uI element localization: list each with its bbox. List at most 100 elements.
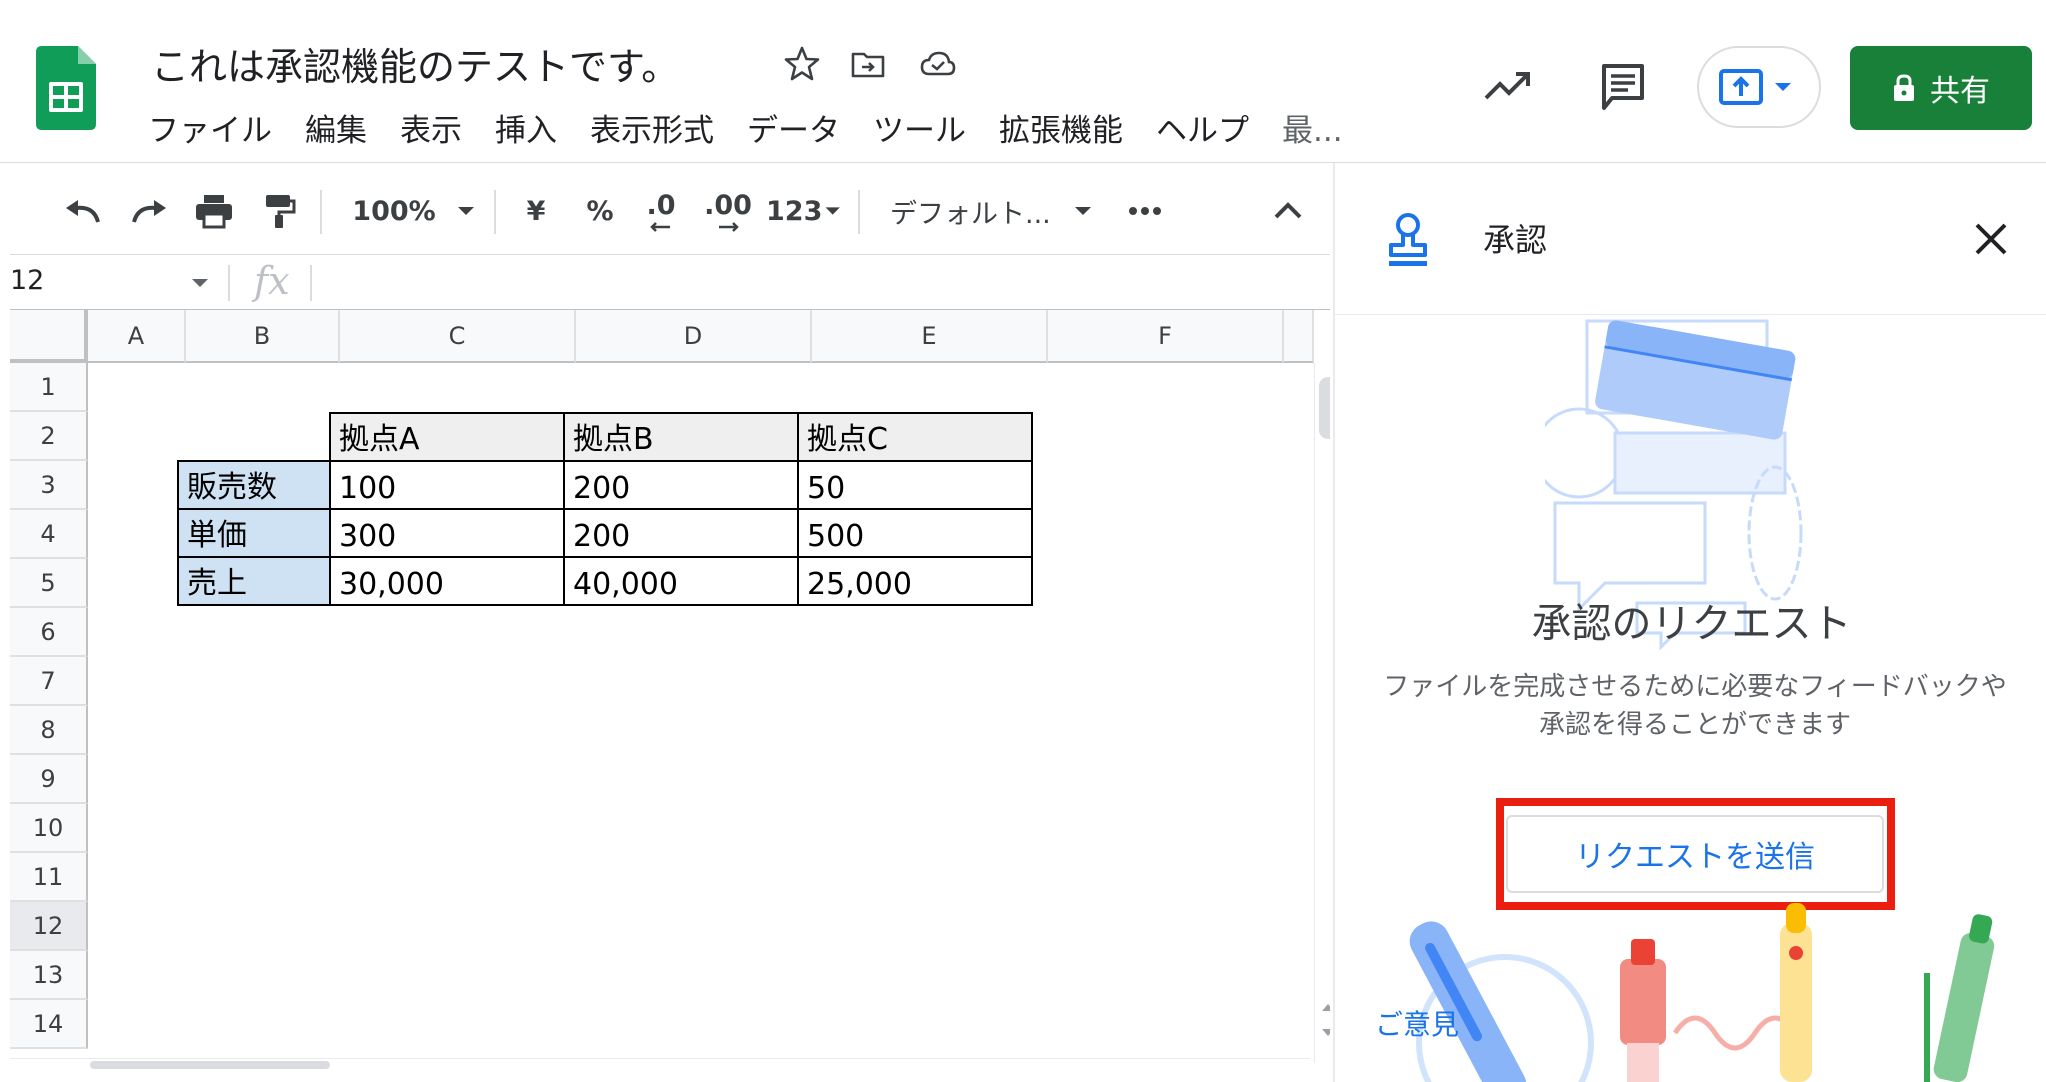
- row-header-3[interactable]: 3: [10, 461, 88, 510]
- cell-e3[interactable]: 50: [797, 460, 1033, 510]
- cell-b4[interactable]: 単価: [177, 508, 331, 558]
- decrease-decimal-button[interactable]: .0: [636, 170, 686, 252]
- font-name: デフォルト...: [890, 198, 1051, 230]
- share-button[interactable]: 共有: [1850, 46, 2032, 130]
- cell-d3[interactable]: 200: [563, 460, 799, 510]
- chevron-down-icon: [457, 207, 474, 215]
- arrow-right-icon: [719, 221, 739, 232]
- cell-b3[interactable]: 販売数: [177, 460, 331, 510]
- feedback-link[interactable]: ご意見: [1375, 1003, 1459, 1043]
- cell-c3[interactable]: 100: [329, 460, 565, 510]
- column-header-d[interactable]: D: [576, 310, 812, 363]
- menu-last-edit[interactable]: 最...: [1282, 106, 1343, 156]
- undo-button[interactable]: [58, 170, 106, 252]
- menu-edit[interactable]: 編集: [305, 106, 367, 156]
- column-header-f[interactable]: F: [1048, 310, 1284, 363]
- star-icon[interactable]: [782, 44, 822, 84]
- chevron-up-icon: [1274, 202, 1302, 219]
- comment-icon[interactable]: [1598, 62, 1648, 114]
- menu-view[interactable]: 表示: [400, 106, 462, 156]
- chevron-down-icon: [825, 207, 841, 215]
- number-format-select[interactable]: 123: [766, 170, 842, 252]
- menu-file[interactable]: ファイル: [148, 106, 272, 156]
- row-header-1[interactable]: 1: [10, 363, 88, 412]
- document-title[interactable]: これは承認機能のテストです。: [151, 36, 679, 91]
- column-header-e[interactable]: E: [812, 310, 1048, 363]
- panel-heading: 承認のリクエスト: [1531, 601, 1852, 647]
- cell-b5[interactable]: 売上: [177, 556, 331, 606]
- send-request-button[interactable]: リクエストを送信: [1506, 815, 1884, 893]
- redo-button[interactable]: [126, 170, 174, 252]
- approval-stamp-icon: [1389, 213, 1427, 266]
- row-header-11[interactable]: 11: [10, 853, 88, 902]
- cell-e4[interactable]: 500: [797, 508, 1033, 558]
- print-button[interactable]: [190, 170, 238, 252]
- cell-c2[interactable]: 拠点A: [329, 412, 565, 462]
- cell-d4[interactable]: 200: [563, 508, 799, 558]
- vertical-scrollbar[interactable]: [1314, 363, 1330, 1063]
- fx-icon: fx: [254, 259, 290, 303]
- column-header-a[interactable]: A: [88, 310, 186, 363]
- row-header-8[interactable]: 8: [10, 706, 88, 755]
- panel-header: 承認: [1335, 163, 2046, 315]
- paint-format-icon: [266, 195, 296, 228]
- trending-up-icon[interactable]: [1482, 64, 1534, 108]
- row-header-6[interactable]: 6: [10, 608, 88, 657]
- cell-d5[interactable]: 40,000: [563, 556, 799, 606]
- chevron-down-icon: [1074, 207, 1091, 215]
- cell-e5[interactable]: 25,000: [797, 556, 1033, 606]
- cell-e2[interactable]: 拠点C: [797, 412, 1033, 462]
- toolbar-separator: [494, 190, 496, 234]
- collapse-toolbar-button[interactable]: [1266, 170, 1310, 252]
- cloud-status-icon[interactable]: [918, 44, 958, 84]
- row-header-12[interactable]: 12: [10, 902, 88, 951]
- scroll-up-arrow-icon[interactable]: [1321, 1001, 1330, 1013]
- increase-decimal-button[interactable]: .00: [700, 170, 756, 252]
- menu-insert[interactable]: 挿入: [495, 106, 557, 156]
- row-header-13[interactable]: 13: [10, 951, 88, 1000]
- sheets-logo-icon[interactable]: [36, 46, 96, 130]
- app-header: これは承認機能のテストです。 ファイル 編集 表示 挿入 表示形式 データ ツー…: [0, 0, 2046, 163]
- menu-bar: ファイル 編集 表示 挿入 表示形式 データ ツール 拡張機能 ヘルプ 最...: [148, 106, 1376, 156]
- lock-icon: [1894, 74, 1914, 101]
- name-box[interactable]: 12: [10, 265, 44, 296]
- panel-description: ファイルを完成させるために必要なフィードバックや承認を得ることができます: [1383, 672, 2007, 740]
- more-options-button[interactable]: [1122, 170, 1168, 252]
- row-header-7[interactable]: 7: [10, 657, 88, 706]
- horizontal-scrollbar[interactable]: [10, 1058, 1310, 1070]
- row-header-5[interactable]: 5: [10, 559, 88, 608]
- row-header-14[interactable]: 14: [10, 1000, 88, 1049]
- menu-help[interactable]: ヘルプ: [1156, 106, 1249, 156]
- present-button[interactable]: [1697, 46, 1821, 128]
- cell-c4[interactable]: 300: [329, 508, 565, 558]
- select-all-corner[interactable]: [10, 310, 88, 363]
- spreadsheet-grid[interactable]: A B C D E F 1 2 3 4 5 6 7 8 9 10 11 12 1…: [10, 310, 1330, 1070]
- font-select[interactable]: デフォルト...: [890, 170, 1110, 252]
- move-folder-icon[interactable]: [848, 44, 888, 84]
- row-header-10[interactable]: 10: [10, 804, 88, 853]
- currency-format-button[interactable]: ¥: [518, 170, 554, 252]
- horizontal-scroll-thumb[interactable]: [90, 1061, 330, 1069]
- row-header-4[interactable]: 4: [10, 510, 88, 559]
- row-header-9[interactable]: 9: [10, 755, 88, 804]
- cell-d2[interactable]: 拠点B: [563, 412, 799, 462]
- menu-format[interactable]: 表示形式: [590, 106, 714, 156]
- scroll-down-arrow-icon[interactable]: [1321, 1027, 1330, 1039]
- share-label: 共有: [1930, 74, 1990, 109]
- column-header-b[interactable]: B: [186, 310, 340, 363]
- zoom-select[interactable]: 100%: [348, 170, 480, 252]
- paint-format-button[interactable]: [258, 170, 302, 252]
- vertical-scroll-thumb[interactable]: [1319, 377, 1330, 439]
- more-horiz-icon: [1129, 207, 1161, 215]
- menu-extensions[interactable]: 拡張機能: [999, 106, 1123, 156]
- menu-tools[interactable]: ツール: [873, 106, 966, 156]
- percent-format-button[interactable]: %: [582, 170, 618, 252]
- chevron-down-icon[interactable]: [190, 275, 210, 291]
- menu-data[interactable]: データ: [747, 106, 840, 156]
- row-header-2[interactable]: 2: [10, 412, 88, 461]
- cell-c5[interactable]: 30,000: [329, 556, 565, 606]
- formula-bar: 12 fx: [10, 254, 1330, 310]
- close-icon[interactable]: [1967, 215, 2015, 263]
- column-header-g[interactable]: [1284, 310, 1314, 363]
- column-header-c[interactable]: C: [340, 310, 576, 363]
